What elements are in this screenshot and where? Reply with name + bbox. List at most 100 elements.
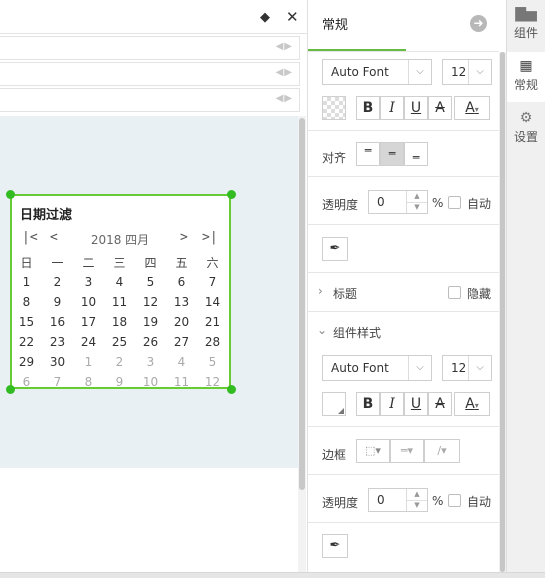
calendar-day[interactable]: 23 bbox=[42, 332, 73, 352]
opacity-stepper[interactable]: 0 ▲ ▼ bbox=[368, 190, 428, 214]
calendar-day[interactable]: 22 bbox=[11, 332, 42, 352]
calendar-day[interactable]: 8 bbox=[11, 292, 42, 312]
resize-handle[interactable] bbox=[6, 190, 15, 199]
calendar-day[interactable]: 16 bbox=[42, 312, 73, 332]
first-month-button[interactable]: |< bbox=[22, 230, 38, 245]
calendar-day[interactable]: 12 bbox=[197, 372, 228, 392]
calendar-day[interactable]: 8 bbox=[73, 372, 104, 392]
resize-handle[interactable] bbox=[227, 385, 236, 394]
close-icon[interactable]: ✕ bbox=[286, 8, 299, 26]
chevron-down-icon[interactable]: ⌵ bbox=[468, 60, 491, 84]
calendar-day[interactable]: 26 bbox=[135, 332, 166, 352]
title-section-label[interactable]: 标题 bbox=[333, 285, 357, 302]
align-bottom-button[interactable]: ═ bbox=[404, 142, 428, 166]
stepper-down-icon[interactable]: ▼ bbox=[406, 500, 427, 511]
calendar-day[interactable]: 6 bbox=[11, 372, 42, 392]
calendar-day[interactable]: 7 bbox=[197, 272, 228, 292]
style-section-label[interactable]: 组件样式 bbox=[333, 324, 381, 341]
border-style-button[interactable]: ⬚▾ bbox=[356, 439, 390, 463]
calendar-day[interactable]: 4 bbox=[104, 272, 135, 292]
calendar-day[interactable]: 24 bbox=[73, 332, 104, 352]
next-month-button[interactable]: > bbox=[180, 230, 188, 245]
calendar-day[interactable]: 12 bbox=[135, 292, 166, 312]
tab-components[interactable]: ▇▅ 组件 bbox=[507, 0, 545, 50]
font-size-select[interactable]: 12 ⌵ bbox=[442, 59, 492, 85]
arrows-icon[interactable]: ◀▶ bbox=[276, 41, 293, 52]
style-font-family-select[interactable]: Auto Font ⌵ bbox=[322, 355, 432, 381]
calendar-day[interactable]: 2 bbox=[104, 352, 135, 372]
calendar-day[interactable]: 7 bbox=[42, 372, 73, 392]
calendar-day[interactable]: 30 bbox=[42, 352, 73, 372]
fill-color-button[interactable] bbox=[322, 96, 346, 120]
style-opacity-stepper[interactable]: 0 ▲ ▼ bbox=[368, 488, 428, 512]
calendar-day[interactable]: 10 bbox=[73, 292, 104, 312]
calendar-day[interactable]: 4 bbox=[166, 352, 197, 372]
calendar-day[interactable]: 27 bbox=[166, 332, 197, 352]
calendar-day[interactable]: 3 bbox=[73, 272, 104, 292]
canvas-scroll-thumb[interactable] bbox=[299, 118, 305, 490]
chevron-right-icon[interactable]: › bbox=[318, 284, 323, 298]
calendar-day[interactable]: 5 bbox=[135, 272, 166, 292]
strikethrough-button[interactable]: A bbox=[428, 96, 452, 120]
property-row[interactable]: ◀▶ bbox=[0, 36, 300, 60]
property-row[interactable]: ◀▶ bbox=[0, 62, 300, 86]
font-color-button[interactable]: A▾ bbox=[454, 96, 490, 120]
calendar-day[interactable]: 11 bbox=[104, 292, 135, 312]
calendar-day[interactable]: 18 bbox=[104, 312, 135, 332]
panel-scroll-thumb[interactable] bbox=[500, 52, 505, 572]
chevron-down-icon[interactable]: ⌵ bbox=[408, 60, 431, 84]
arrow-right-icon[interactable]: ➜ bbox=[470, 15, 487, 32]
underline-button[interactable]: U bbox=[404, 96, 428, 120]
style-underline-button[interactable]: U bbox=[404, 392, 428, 416]
calendar-day[interactable]: 3 bbox=[135, 352, 166, 372]
border-line-button[interactable]: ═▾ bbox=[390, 439, 424, 463]
align-middle-button[interactable]: ═ bbox=[380, 142, 404, 166]
tab-general[interactable]: ▦ 常规 bbox=[507, 52, 545, 102]
style-bold-button[interactable]: B bbox=[356, 392, 380, 416]
calendar-day[interactable]: 1 bbox=[73, 352, 104, 372]
chevron-down-icon[interactable]: ⌵ bbox=[408, 356, 431, 380]
calendar-day[interactable]: 2 bbox=[42, 272, 73, 292]
chevron-down-icon[interactable]: ⌵ bbox=[468, 356, 491, 380]
style-strikethrough-button[interactable]: A bbox=[428, 392, 452, 416]
style-italic-button[interactable]: I bbox=[380, 392, 404, 416]
calendar-day[interactable]: 19 bbox=[135, 312, 166, 332]
italic-button[interactable]: I bbox=[380, 96, 404, 120]
calendar-day[interactable]: 14 bbox=[197, 292, 228, 312]
resize-handle[interactable] bbox=[227, 190, 236, 199]
calendar-day[interactable]: 28 bbox=[197, 332, 228, 352]
calendar-day[interactable]: 15 bbox=[11, 312, 42, 332]
calendar-day[interactable]: 5 bbox=[197, 352, 228, 372]
calendar-day[interactable]: 20 bbox=[166, 312, 197, 332]
last-month-button[interactable]: >| bbox=[202, 230, 218, 245]
hide-title-checkbox[interactable] bbox=[448, 286, 461, 299]
style-font-size-select[interactable]: 12 ⌵ bbox=[442, 355, 492, 381]
tab-settings[interactable]: ⚙ 设置 bbox=[507, 104, 545, 154]
chevron-down-icon[interactable]: ⌄ bbox=[317, 323, 327, 337]
font-family-select[interactable]: Auto Font ⌵ bbox=[322, 59, 432, 85]
bold-button[interactable]: B bbox=[356, 96, 380, 120]
calendar-day[interactable]: 11 bbox=[166, 372, 197, 392]
arrows-icon[interactable]: ◀▶ bbox=[276, 67, 293, 78]
stepper-down-icon[interactable]: ▼ bbox=[406, 202, 427, 213]
style-auto-checkbox[interactable] bbox=[448, 494, 461, 507]
prev-month-button[interactable]: < bbox=[50, 230, 58, 245]
calendar-day[interactable]: 6 bbox=[166, 272, 197, 292]
eraser-icon[interactable]: ◆ bbox=[260, 10, 270, 25]
border-color-button[interactable]: ∕▾ bbox=[424, 439, 460, 463]
style-fill-color-button[interactable] bbox=[322, 392, 346, 416]
calendar-day[interactable]: 17 bbox=[73, 312, 104, 332]
format-painter-icon[interactable]: ✒ bbox=[322, 237, 348, 261]
calendar-day[interactable]: 1 bbox=[11, 272, 42, 292]
property-row[interactable]: ◀▶ bbox=[0, 88, 300, 112]
calendar-day[interactable]: 21 bbox=[197, 312, 228, 332]
calendar-day[interactable]: 9 bbox=[104, 372, 135, 392]
auto-checkbox[interactable] bbox=[448, 196, 461, 209]
align-top-button[interactable]: ═ bbox=[356, 142, 380, 166]
calendar-day[interactable]: 29 bbox=[11, 352, 42, 372]
arrows-icon[interactable]: ◀▶ bbox=[276, 93, 293, 104]
calendar-day[interactable]: 13 bbox=[166, 292, 197, 312]
bottom-scrollbar[interactable] bbox=[0, 572, 545, 578]
calendar-day[interactable]: 9 bbox=[42, 292, 73, 312]
style-format-painter-icon[interactable]: ✒ bbox=[322, 534, 348, 558]
